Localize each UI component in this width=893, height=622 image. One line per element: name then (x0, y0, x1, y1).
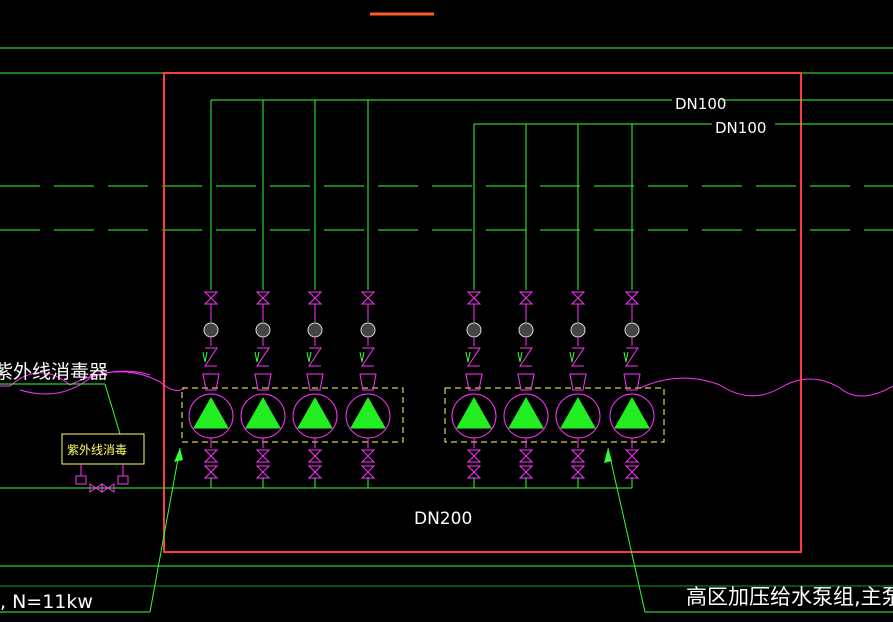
gate-valve-lower-b-8 (624, 465, 640, 479)
uv-leader-2 (104, 383, 121, 435)
gate-valve-lower-b-4 (360, 465, 376, 479)
check-valve-5 (467, 347, 481, 367)
pump-room-schematic: DN100 DN100 DN200 紫外线消毒器 紫外线消毒 , N=11kw … (0, 12, 893, 613)
pump-group-leader-diag (607, 447, 646, 613)
gate-valve-lower-b-5 (466, 465, 482, 479)
label-dn100-a: DN100 (675, 95, 726, 113)
pump-icon-2 (245, 396, 281, 429)
gate-valve-upper-1 (203, 291, 219, 305)
pump-icon-3 (297, 396, 333, 429)
uv-sterilizer-box-label: 紫外线消毒 (67, 443, 127, 457)
check-valve-8 (625, 347, 639, 367)
label-motor-power: , N=11kw (0, 591, 93, 613)
pump-icon-4 (350, 396, 386, 429)
reducer-1 (202, 373, 220, 391)
check-valve-2 (256, 347, 270, 367)
flow-marker-3 (306, 351, 312, 363)
gate-valve-lower-a-2 (255, 449, 271, 463)
check-valve-6 (519, 347, 533, 367)
gate-valve-lower-b-6 (518, 465, 534, 479)
label-dn200: DN200 (414, 509, 472, 529)
reducer-5 (465, 373, 483, 391)
flow-marker-7 (569, 351, 575, 363)
gate-valve-upper-4 (360, 291, 376, 305)
flow-marker-8 (623, 351, 629, 363)
label-dn100-b: DN100 (715, 119, 766, 137)
motor-leader-arrow (174, 448, 183, 462)
pump-icon-1 (193, 396, 229, 429)
flow-marker-1 (202, 351, 208, 363)
flow-marker-5 (465, 351, 471, 363)
gate-valve-lower-a-1 (203, 449, 219, 463)
pressure-gauge-4 (360, 322, 376, 338)
gate-valve-lower-a-5 (466, 449, 482, 463)
label-pump-group-note: 高区加压给水泵组,主泵两用 (686, 585, 893, 609)
wavy-cable-line (0, 371, 893, 397)
pump-icon-7 (560, 396, 596, 429)
gate-valve-lower-a-8 (624, 449, 640, 463)
check-valve-4 (361, 347, 375, 367)
gate-valve-lower-a-6 (518, 449, 534, 463)
check-valve-3 (308, 347, 322, 367)
pressure-gauge-1 (203, 322, 219, 338)
gate-valve-lower-b-1 (203, 465, 219, 479)
gate-valve-lower-b-2 (255, 465, 271, 479)
pressure-gauge-2 (255, 322, 271, 338)
pump-units (188, 100, 655, 488)
pump-room-frame (163, 72, 802, 553)
gate-valve-lower-b-7 (570, 465, 586, 479)
pump-group-leader-arrow (604, 448, 612, 463)
gate-valve-upper-7 (570, 291, 586, 305)
gate-valve-lower-b-3 (307, 465, 323, 479)
gate-valve-upper-8 (624, 291, 640, 305)
gate-valve-upper-5 (466, 291, 482, 305)
gate-valve-lower-a-7 (570, 449, 586, 463)
flow-marker-6 (517, 351, 523, 363)
pump-icon-6 (508, 396, 544, 429)
pressure-gauge-8 (624, 322, 640, 338)
pump-icon-5 (456, 396, 492, 429)
gate-valve-lower-a-4 (360, 449, 376, 463)
label-uv-sterilizer: 紫外线消毒器 (0, 361, 108, 383)
pressure-gauge-7 (570, 322, 586, 338)
cad-drawing-canvas[interactable]: DN100 DN100 DN200 紫外线消毒器 紫外线消毒 , N=11kw … (0, 0, 893, 622)
gate-valve-upper-2 (255, 291, 271, 305)
flow-marker-2 (254, 351, 260, 363)
check-valve-1 (204, 347, 218, 367)
gate-valve-lower-a-3 (307, 449, 323, 463)
pressure-gauge-3 (307, 322, 323, 338)
pressure-gauge-5 (466, 322, 482, 338)
reducer-8 (623, 373, 641, 391)
gate-valve-upper-6 (518, 291, 534, 305)
pressure-gauge-6 (518, 322, 534, 338)
pump-icon-8 (614, 396, 650, 429)
check-valve-7 (571, 347, 585, 367)
gate-valve-upper-3 (307, 291, 323, 305)
flow-marker-4 (359, 351, 365, 363)
